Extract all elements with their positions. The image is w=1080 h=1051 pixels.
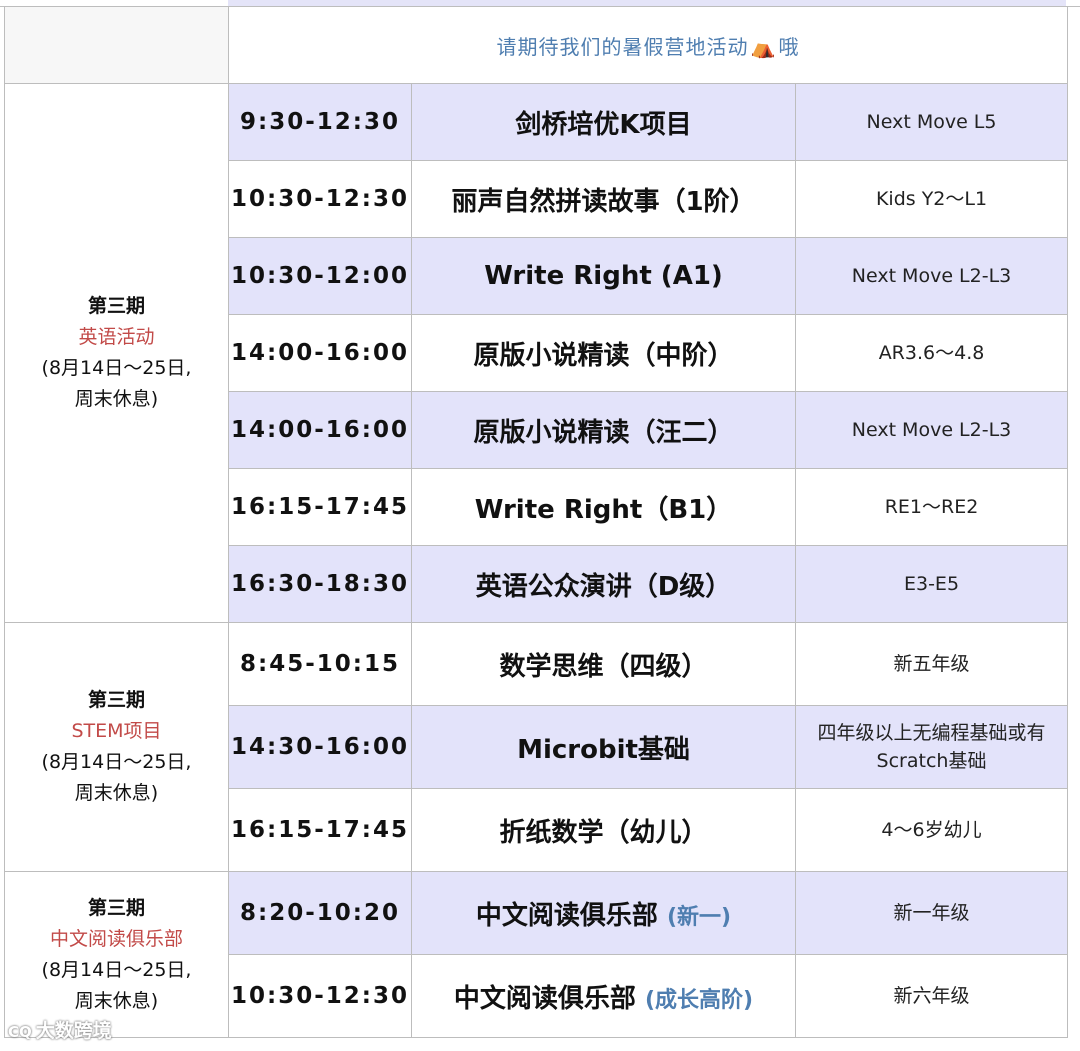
section-period: 第三期 [87,295,145,317]
time-cell: 16:15-17:45 [228,788,412,872]
watermark: CQ 大数跨境 [8,1016,112,1043]
section-name: STEM项目 [71,720,162,742]
course-name: 中文阅读俱乐部 [453,983,636,1014]
section-label-english: 第三期 英语活动 (8月14日～25日, 周末休息) [4,83,229,623]
course-cell: 中文阅读俱乐部 (新一) [411,871,796,955]
course-cell: 折纸数学（幼儿） [411,788,796,872]
course-cell: 丽声自然拼读故事（1阶） [411,160,796,238]
section-dates: (8月14日～25日, [41,751,192,773]
notice-blank-cell [4,6,229,84]
level-line: Scratch基础 [876,750,987,772]
time-cell: 16:15-17:45 [228,468,412,546]
level-cell: Next Move L2-L3 [794,237,1069,315]
section-name: 中文阅读俱乐部 [49,927,183,950]
course-cell: 数学思维（四级） [411,622,796,706]
notice-row: 请期待我们的暑假营地活动 ⛺ 哦 [4,6,1069,84]
section-dates-note: 周末休息) [74,989,159,1012]
course-suffix: (成长高阶) [644,987,754,1013]
level-cell: E3-E5 [794,545,1069,623]
course-cell: 原版小说精读（中阶） [411,314,796,392]
section-period: 第三期 [87,896,145,919]
notice-text-end: 哦 [778,34,800,59]
course-suffix: (新一) [666,904,732,930]
table-row: 第三期 STEM项目 (8月14日～25日, 周末休息) 8:45-10:15 … [4,622,1069,872]
time-cell: 9:30-12:30 [228,83,412,161]
level-cell: 新六年级 [794,954,1069,1038]
section-dates: (8月14日～25日, [41,958,192,981]
time-cell: 14:30-16:00 [228,705,412,789]
notice-banner: 请期待我们的暑假营地活动 ⛺ 哦 [227,6,1069,84]
level-cell: RE1～RE2 [794,468,1069,546]
level-cell: 新一年级 [794,871,1069,955]
time-cell: 14:00-16:00 [228,314,412,392]
section-label-chinese-reading: 第三期 中文阅读俱乐部 (8月14日～25日, 周末休息) [4,871,229,1038]
time-cell: 8:20-10:20 [228,871,412,955]
course-cell: 剑桥培优K项目 [411,83,796,161]
section-dates-note: 周末休息) [74,782,159,804]
watermark-logo-icon: CQ [8,1023,32,1041]
time-cell: 10:30-12:30 [228,160,412,238]
schedule-table: 请期待我们的暑假营地活动 ⛺ 哦 第三期 英语活动 (8月14日～25日, 周末休息… [4,6,1069,1038]
time-cell: 8:45-10:15 [228,622,412,706]
time-cell: 10:30-12:00 [228,237,412,315]
section-dates-note: 周末休息) [74,388,159,410]
section-name: 英语活动 [78,326,155,348]
course-cell: 原版小说精读（汪二） [411,391,796,469]
section-dates: (8月14日～25日, [41,357,192,379]
level-cell: 新五年级 [794,622,1069,706]
level-cell: 四年级以上无编程基础或有 Scratch基础 [794,705,1069,789]
course-cell: 中文阅读俱乐部 (成长高阶) [411,954,796,1038]
level-cell: Next Move L5 [794,83,1069,161]
course-cell: Write Right (A1) [411,237,796,315]
table-row: 第三期 中文阅读俱乐部 (8月14日～25日, 周末休息) 8:20-10:20… [4,871,1069,1038]
level-cell: AR3.6～4.8 [794,314,1069,392]
tent-icon: ⛺ [750,34,777,59]
table-row: 第三期 英语活动 (8月14日～25日, 周末休息) 9:30-12:30 剑桥… [4,83,1069,623]
watermark-text: 大数跨境 [35,1020,112,1042]
section-period: 第三期 [87,689,145,711]
course-cell: Microbit基础 [411,705,796,789]
course-cell: 英语公众演讲（D级） [411,545,796,623]
level-cell: Kids Y2～L1 [794,160,1069,238]
level-line: 四年级以上无编程基础或有 [817,722,1046,744]
notice-text: 请期待我们的暑假营地活动 [496,34,749,59]
course-name: 中文阅读俱乐部 [475,900,658,931]
level-cell: 4～6岁幼儿 [794,788,1069,872]
course-cell: Write Right（B1） [411,468,796,546]
level-cell: Next Move L2-L3 [794,391,1069,469]
time-cell: 16:30-18:30 [228,545,412,623]
section-label-stem: 第三期 STEM项目 (8月14日～25日, 周末休息) [4,622,229,872]
time-cell: 14:00-16:00 [228,391,412,469]
time-cell: 10:30-12:30 [228,954,412,1038]
